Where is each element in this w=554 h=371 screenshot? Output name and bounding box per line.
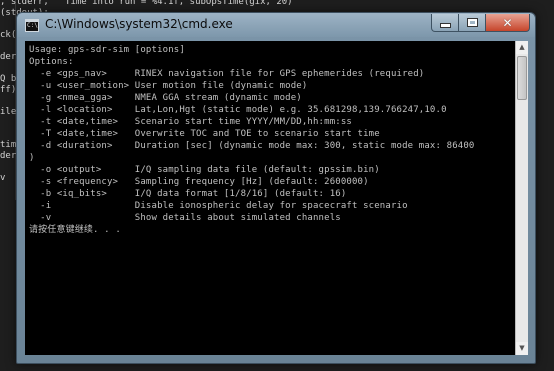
vertical-scrollbar[interactable]: ▲ ▼ — [515, 41, 528, 355]
title-bar[interactable]: C:\ C:\Windows\system32\cmd.exe ✕ — [17, 13, 535, 37]
code-line: ile — [0, 107, 17, 117]
console-line: -i Disable ionospheric delay for spacecr… — [29, 201, 408, 211]
scrollbar-thumb[interactable] — [517, 56, 527, 100]
minimize-button[interactable] — [431, 14, 459, 32]
console-line: Options: — [29, 57, 74, 67]
console-line: Usage: gps-sdr-sim [options] — [29, 45, 185, 55]
console-line: -t <date,time> Scenario start time YYYY/… — [29, 117, 352, 127]
code-line: v — [0, 173, 6, 183]
console-line: 请按任意键继续. . . — [29, 225, 121, 235]
console-line: ) — [29, 153, 35, 163]
console-line: -l <location> Lat,Lon,Hgt (static mode) … — [29, 105, 447, 115]
scroll-down-arrow-icon[interactable]: ▼ — [516, 342, 528, 355]
console-line: -e <gps_nav> RINEX navigation file for G… — [29, 69, 425, 79]
close-icon: ✕ — [502, 15, 513, 30]
close-button[interactable]: ✕ — [485, 14, 530, 32]
console-line: -v Show details about simulated channels — [29, 213, 341, 223]
console-line: -T <date,time> Overwrite TOC and TOE to … — [29, 129, 380, 139]
cmd-icon-glyph: C:\ — [27, 22, 38, 29]
console-line: -u <user_motion> User motion file (dynam… — [29, 81, 308, 91]
console-line: -b <iq_bits> I/Q data format [1/8/16] (d… — [29, 189, 347, 199]
cmd-window[interactable]: C:\ C:\Windows\system32\cmd.exe ✕ Usage:… — [16, 12, 536, 364]
console-line: -d <duration> Duration [sec] (dynamic mo… — [29, 141, 475, 151]
cmd-app-icon[interactable]: C:\ — [25, 19, 39, 32]
console-output[interactable]: Usage: gps-sdr-sim [options] Options: -e … — [25, 41, 515, 355]
console-text-area: Usage: gps-sdr-sim [options] Options: -e … — [29, 44, 515, 354]
maximize-icon — [466, 18, 478, 27]
console-line: -o <output> I/Q sampling data file (defa… — [29, 165, 380, 175]
maximize-button[interactable] — [458, 14, 486, 32]
console-line: -g <nmea_gga> NMEA GGA stream (dynamic m… — [29, 93, 302, 103]
window-title: C:\Windows\system32\cmd.exe — [45, 17, 233, 31]
console-line: -s <frequency> Sampling frequency [Hz] (… — [29, 177, 369, 187]
scroll-up-arrow-icon[interactable]: ▲ — [516, 41, 528, 54]
minimize-icon — [439, 23, 451, 28]
